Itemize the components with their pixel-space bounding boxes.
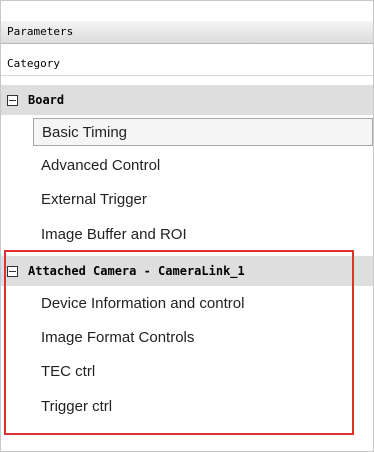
group-label: Attached Camera - CameraLink_1 [28,264,245,278]
tree-item-external-trigger[interactable]: External Trigger [39,186,147,214]
tree-item-device-information[interactable]: Device Information and control [39,290,244,318]
tree-item-tec-ctrl[interactable]: TEC ctrl [39,358,95,386]
tree-item-advanced-control[interactable]: Advanced Control [39,152,160,180]
tree-item-basic-timing[interactable]: Basic Timing [33,118,373,146]
group-attached-camera[interactable]: Attached Camera - CameraLink_1 [1,256,373,286]
tree-item-image-format-controls[interactable]: Image Format Controls [39,324,194,352]
tree-item-trigger-ctrl[interactable]: Trigger ctrl [39,393,112,421]
tree-item-image-buffer-roi[interactable]: Image Buffer and ROI [39,221,187,249]
collapse-icon[interactable] [7,265,18,277]
group-board[interactable]: Board [1,85,373,115]
parameters-panel: Parameters Category Board Basic Timing A… [0,0,374,452]
group-label: Board [28,93,65,107]
parameters-header: Parameters [1,21,373,44]
collapse-icon[interactable] [7,94,18,106]
category-column-header[interactable]: Category [1,53,373,76]
